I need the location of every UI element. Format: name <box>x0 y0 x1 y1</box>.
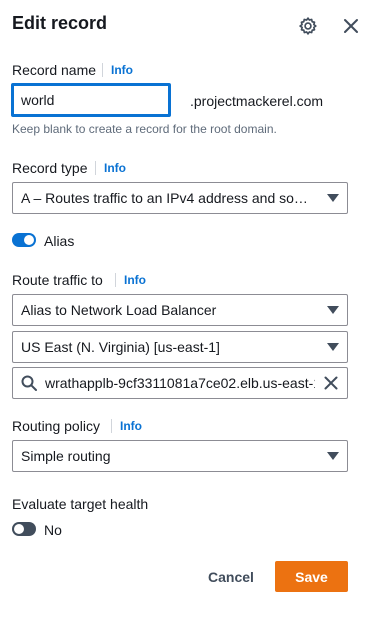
routing-policy-info-link[interactable]: Info <box>120 419 142 433</box>
region-select[interactable]: US East (N. Virginia) [us-east-1] <box>12 331 348 363</box>
record-type-value: A – Routes traffic to an IPv4 address an… <box>21 190 317 206</box>
caret-down-icon <box>327 452 339 460</box>
endpoint-search-input[interactable]: wrathapplb-9cf3311081a7ce02.elb.us-east-… <box>12 367 348 399</box>
close-icon[interactable] <box>339 14 363 38</box>
label-divider <box>115 273 116 287</box>
routing-policy-value: Simple routing <box>21 448 111 464</box>
region-value: US East (N. Virginia) [us-east-1] <box>21 339 220 355</box>
search-icon <box>21 375 37 391</box>
record-type-select[interactable]: A – Routes traffic to an IPv4 address an… <box>12 182 348 214</box>
toggle-knob <box>14 524 24 534</box>
caret-down-icon <box>327 306 339 314</box>
domain-suffix: .projectmackerel.com <box>190 93 324 109</box>
route-traffic-info-link[interactable]: Info <box>124 273 146 287</box>
caret-down-icon <box>327 194 339 202</box>
endpoint-type-select[interactable]: Alias to Network Load Balancer <box>12 294 348 326</box>
save-button[interactable]: Save <box>275 561 348 592</box>
evaluate-health-toggle[interactable] <box>12 522 36 536</box>
record-type-info-link[interactable]: Info <box>104 161 126 175</box>
evaluate-health-state: No <box>44 522 62 538</box>
label-divider <box>102 63 103 77</box>
record-name-info-link[interactable]: Info <box>111 63 133 77</box>
alias-toggle[interactable] <box>12 233 36 247</box>
record-name-input[interactable] <box>11 83 171 117</box>
endpoint-type-value: Alias to Network Load Balancer <box>21 302 217 318</box>
record-type-label: Record type <box>12 160 88 176</box>
record-name-field[interactable] <box>21 92 161 108</box>
toggle-knob <box>24 235 34 245</box>
record-name-hint: Keep blank to create a record for the ro… <box>12 122 277 136</box>
clear-icon[interactable] <box>315 376 347 390</box>
endpoint-value: wrathapplb-9cf3311081a7ce02.elb.us-east-… <box>45 375 315 391</box>
caret-down-icon <box>327 343 339 351</box>
routing-policy-select[interactable]: Simple routing <box>12 440 348 472</box>
routing-policy-label: Routing policy <box>12 418 100 434</box>
alias-label: Alias <box>44 233 75 249</box>
label-divider <box>95 161 96 175</box>
route-traffic-label: Route traffic to <box>12 272 103 288</box>
record-name-label: Record name <box>12 62 97 78</box>
gear-icon[interactable] <box>296 14 320 38</box>
cancel-button[interactable]: Cancel <box>208 569 254 585</box>
evaluate-health-label: Evaluate target health <box>12 496 149 512</box>
dialog-title: Edit record <box>12 13 108 33</box>
label-divider <box>111 419 112 433</box>
